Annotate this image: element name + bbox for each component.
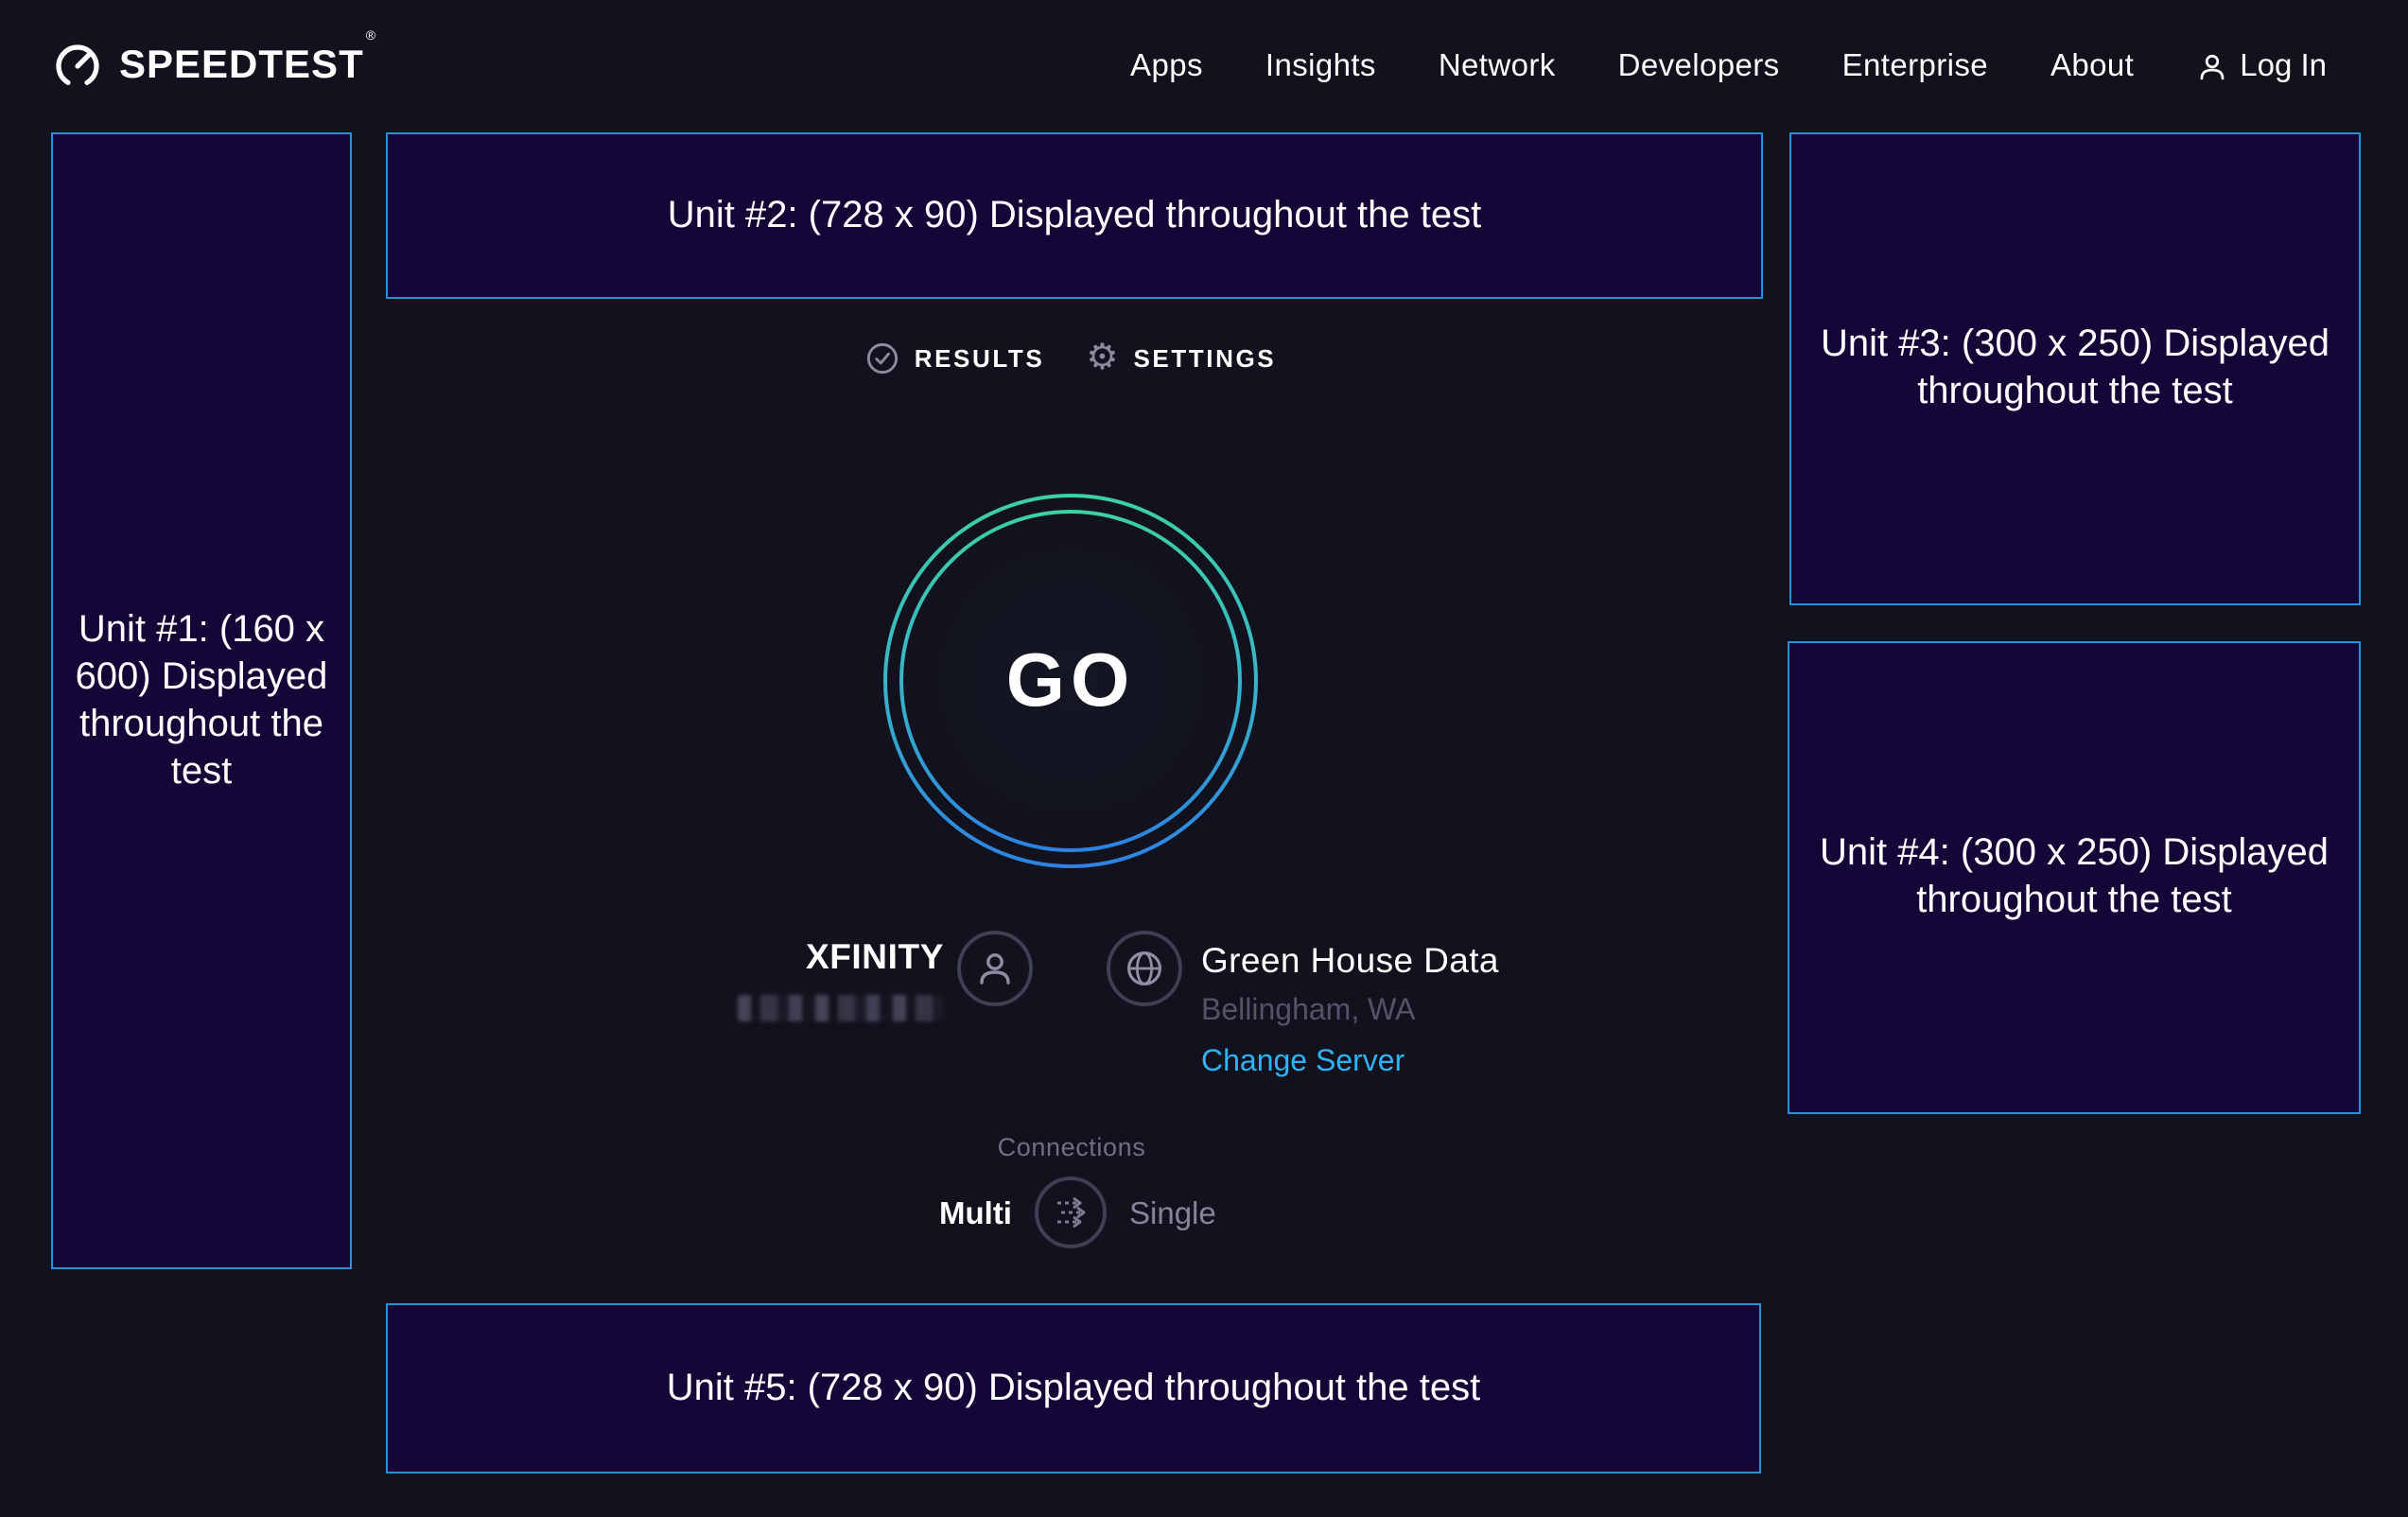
ad-unit-5-text: Unit #5: (728 x 90) Displayed throughout… bbox=[655, 1365, 1492, 1412]
redacted-ip-address bbox=[738, 995, 944, 1021]
isp-name: XFINITY bbox=[719, 936, 944, 978]
change-server-link[interactable]: Change Server bbox=[1201, 1037, 1499, 1088]
server-name: Green House Data bbox=[1201, 934, 1499, 985]
globe-icon bbox=[1122, 946, 1167, 991]
go-button[interactable]: GO bbox=[881, 492, 1260, 870]
nav-item-enterprise[interactable]: Enterprise bbox=[1842, 48, 1988, 84]
brand-name: SPEEDTEST® bbox=[119, 44, 375, 89]
ad-unit-5[interactable]: Unit #5: (728 x 90) Displayed throughout… bbox=[386, 1303, 1761, 1473]
trademark-mark: ® bbox=[366, 30, 376, 44]
login-label: Log In bbox=[2240, 48, 2327, 84]
tab-results[interactable]: RESULTS bbox=[867, 342, 1045, 375]
tab-bar: RESULTS ⚙ SETTINGS bbox=[354, 340, 1789, 376]
speedtest-logo[interactable]: SPEEDTEST® bbox=[53, 42, 375, 91]
ad-unit-1-text: Unit #1: (160 x 600) Displayed throughou… bbox=[53, 606, 350, 795]
ad-unit-1[interactable]: Unit #1: (160 x 600) Displayed throughou… bbox=[51, 132, 352, 1269]
gear-icon: ⚙ bbox=[1086, 340, 1118, 376]
connections-toggle[interactable] bbox=[1035, 1177, 1107, 1248]
server-icon-circle bbox=[1107, 931, 1182, 1006]
check-circle-icon bbox=[867, 342, 899, 375]
nav-item-apps[interactable]: Apps bbox=[1130, 48, 1203, 84]
ad-unit-4-text: Unit #4: (300 x 250) Displayed throughou… bbox=[1789, 830, 2359, 925]
speedtest-page: SPEEDTEST® Apps Insights Network Develop… bbox=[0, 0, 2408, 1517]
nav-item-developers[interactable]: Developers bbox=[1618, 48, 1780, 84]
connections-single-option[interactable]: Single bbox=[1129, 1197, 1216, 1233]
multi-arrows-icon bbox=[1046, 1188, 1095, 1237]
server-info: Green House Data Bellingham, WA Change S… bbox=[1201, 934, 1499, 1088]
ad-unit-2[interactable]: Unit #2: (728 x 90) Displayed throughout… bbox=[386, 132, 1763, 299]
connections-multi-option[interactable]: Multi bbox=[870, 1197, 1012, 1233]
ad-unit-3[interactable]: Unit #3: (300 x 250) Displayed throughou… bbox=[1789, 132, 2361, 605]
connections-label: Connections bbox=[354, 1133, 1789, 1161]
nav-item-about[interactable]: About bbox=[2050, 48, 2134, 84]
login-button[interactable]: Log In bbox=[2196, 48, 2327, 84]
tab-settings[interactable]: ⚙ SETTINGS bbox=[1086, 340, 1276, 376]
ad-unit-2-text: Unit #2: (728 x 90) Displayed throughout… bbox=[656, 192, 1493, 239]
server-location: Bellingham, WA bbox=[1201, 985, 1499, 1037]
user-icon bbox=[2196, 50, 2228, 82]
speedtest-gauge-icon bbox=[53, 42, 102, 91]
tab-results-label: RESULTS bbox=[915, 344, 1045, 373]
nav-links: Apps Insights Network Developers Enterpr… bbox=[1130, 48, 2327, 84]
top-nav: SPEEDTEST® Apps Insights Network Develop… bbox=[0, 0, 2408, 132]
nav-item-network[interactable]: Network bbox=[1439, 48, 1556, 84]
isp-icon-circle bbox=[957, 931, 1033, 1006]
ad-unit-3-text: Unit #3: (300 x 250) Displayed throughou… bbox=[1791, 322, 2359, 416]
nav-item-insights[interactable]: Insights bbox=[1265, 48, 1376, 84]
person-icon bbox=[974, 948, 1016, 989]
go-button-label: GO bbox=[881, 492, 1260, 870]
ad-unit-4[interactable]: Unit #4: (300 x 250) Displayed throughou… bbox=[1788, 641, 2361, 1114]
tab-settings-label: SETTINGS bbox=[1133, 344, 1276, 373]
